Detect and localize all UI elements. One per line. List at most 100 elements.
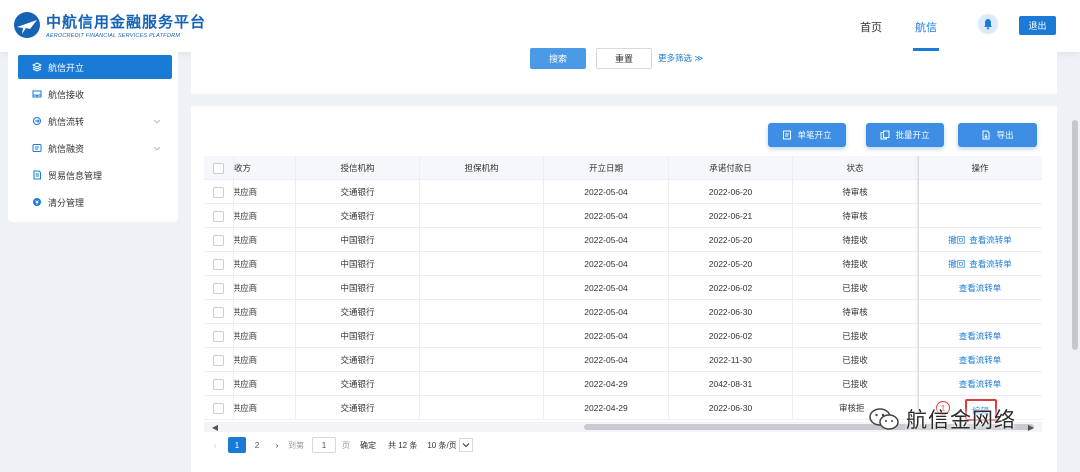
view-transfer-link[interactable]: 查看流转单	[959, 282, 1002, 294]
watermark-text: 航信金网络	[906, 408, 1016, 432]
cell-guarantor	[420, 300, 544, 324]
cell-due: 2022-06-20	[669, 180, 793, 204]
row-checkbox[interactable]	[213, 282, 224, 294]
row-checkbox[interactable]	[213, 378, 224, 390]
document-icon	[32, 170, 42, 180]
cell-bank: 中国银行	[296, 252, 420, 276]
table-row: X供应商交通银行 2022-05-042022-06-21待审核	[204, 204, 1042, 228]
sidebar-item-finance[interactable]: 航信融资	[18, 136, 172, 160]
sidebar-item-open[interactable]: 航信开立	[18, 55, 172, 79]
more-filters-link[interactable]: 更多筛选 ≫	[658, 52, 703, 64]
settle-icon	[32, 197, 42, 207]
row-actions: 查看流转单	[918, 324, 1042, 348]
cell-guarantor	[420, 180, 544, 204]
transfer-icon	[32, 116, 42, 126]
chevron-down-icon	[153, 119, 161, 124]
row-actions	[918, 300, 1042, 324]
vertical-scrollbar[interactable]	[1072, 120, 1078, 350]
sidebar-item-settlement[interactable]: 清分管理	[18, 190, 172, 214]
row-select-cell	[204, 252, 234, 276]
export-icon	[982, 130, 990, 140]
cell-due: 2022-06-30	[669, 396, 793, 420]
row-checkbox[interactable]	[213, 234, 224, 246]
row-checkbox[interactable]	[213, 210, 224, 222]
scroll-left-icon[interactable]: ◀	[210, 422, 220, 432]
view-transfer-link[interactable]: 查看流转单	[959, 354, 1002, 366]
view-transfer-link[interactable]: 查看流转单	[969, 258, 1012, 270]
header-actions: 操作	[971, 163, 989, 173]
document-icon	[783, 130, 792, 140]
sidebar: 航信开立 航信接收 航信流转 航信融资 贸易信息管理 清分管理	[8, 52, 178, 222]
data-table: 收方 授信机构 担保机构 开立日期 承诺付款日 状态 操作 X供应商交通银行20…	[204, 156, 1042, 422]
cell-party: X供应商	[234, 228, 296, 252]
table-row: X供应商交通银行 2022-05-042022-11-30已接收 查看流转单	[204, 348, 1042, 372]
row-checkbox[interactable]	[213, 306, 224, 318]
scroll-right-icon[interactable]: ▶	[1026, 422, 1036, 432]
row-checkbox[interactable]	[213, 354, 224, 366]
cell-status: 已接收	[793, 324, 918, 348]
plane-logo-icon	[14, 12, 40, 38]
cell-open: 2022-04-29	[544, 396, 669, 420]
page-size-label: 10 条/页	[427, 440, 457, 450]
cell-party: X供应商	[234, 324, 296, 348]
goto-confirm-button[interactable]: 确定	[360, 440, 376, 451]
search-button[interactable]: 搜索	[530, 48, 586, 69]
batch-open-button[interactable]: 批量开立	[866, 123, 944, 147]
page-size-select[interactable]	[458, 438, 473, 452]
page-1[interactable]: 1	[228, 437, 246, 453]
page-2[interactable]: 2	[248, 437, 266, 453]
row-select-cell	[204, 396, 234, 420]
table-header-row: 收方 授信机构 担保机构 开立日期 承诺付款日 状态 操作	[204, 156, 1042, 180]
row-select-cell	[204, 300, 234, 324]
copy-icon	[880, 130, 890, 140]
table-row: X供应商中国银行 2022-05-042022-06-02已接收 查看流转单	[204, 324, 1042, 348]
cell-open: 2022-05-04	[544, 348, 669, 372]
logout-button[interactable]: 退出	[1019, 16, 1056, 35]
prev-page-icon[interactable]: ‹	[206, 437, 224, 453]
withdraw-link[interactable]: 撤回	[948, 258, 965, 270]
sidebar-item-receive[interactable]: 航信接收	[18, 82, 172, 106]
row-checkbox[interactable]	[213, 186, 224, 198]
watermark: 航信金网络	[868, 404, 1016, 434]
sidebar-item-label: 清分管理	[48, 197, 85, 208]
notification-button[interactable]	[978, 14, 998, 34]
cell-status: 待接收	[793, 228, 918, 252]
table-row: X供应商交通银行 2022-05-042022-06-30待审核	[204, 300, 1042, 324]
goto-suffix: 页	[342, 440, 350, 450]
cell-party: X供应商	[234, 300, 296, 324]
cell-due: 2022-06-02	[669, 276, 793, 300]
reset-button[interactable]: 重置	[596, 48, 652, 69]
header-select-all[interactable]	[204, 156, 234, 180]
row-checkbox[interactable]	[213, 330, 224, 342]
view-transfer-link[interactable]: 查看流转单	[959, 378, 1002, 390]
nav-home[interactable]: 首页	[860, 19, 882, 35]
cell-guarantor	[420, 324, 544, 348]
single-open-button[interactable]: 单笔开立	[768, 123, 846, 147]
export-button[interactable]: 导出	[958, 123, 1037, 147]
cell-status: 待审核	[793, 180, 918, 204]
cell-due: 2022-05-20	[669, 252, 793, 276]
next-page-icon[interactable]: ›	[268, 437, 286, 453]
row-actions: 撤回 查看流转单	[918, 252, 1042, 276]
header-open-date: 开立日期	[544, 156, 669, 180]
cell-due: 2022-05-20	[669, 228, 793, 252]
platform-logo[interactable]: 中航信用金融服务平台 AEROCREDIT FINANCIAL SERVICES…	[12, 10, 206, 40]
logo-subtitle: AEROCREDIT FINANCIAL SERVICES PLATFORM	[46, 33, 181, 39]
row-actions	[918, 180, 1042, 204]
nav-hangxin[interactable]: 航信	[915, 19, 937, 35]
withdraw-link[interactable]: 撤回	[948, 234, 965, 246]
cell-due: 2022-11-30	[669, 348, 793, 372]
row-checkbox[interactable]	[213, 258, 224, 270]
row-actions: 查看流转单	[918, 348, 1042, 372]
cell-bank: 交通银行	[296, 372, 420, 396]
table-row: X供应商中国银行 2022-05-042022-06-02已接收 查看流转单	[204, 276, 1042, 300]
row-checkbox[interactable]	[213, 402, 224, 414]
view-transfer-link[interactable]: 查看流转单	[969, 234, 1012, 246]
cell-guarantor	[420, 204, 544, 228]
goto-page-input[interactable]: 1	[312, 437, 336, 453]
sidebar-item-transfer[interactable]: 航信流转	[18, 109, 172, 133]
sidebar-item-trade-info[interactable]: 贸易信息管理	[18, 163, 172, 187]
select-all-checkbox[interactable]	[213, 162, 224, 174]
view-transfer-link[interactable]: 查看流转单	[959, 330, 1002, 342]
sidebar-item-label: 航信融资	[48, 143, 85, 154]
